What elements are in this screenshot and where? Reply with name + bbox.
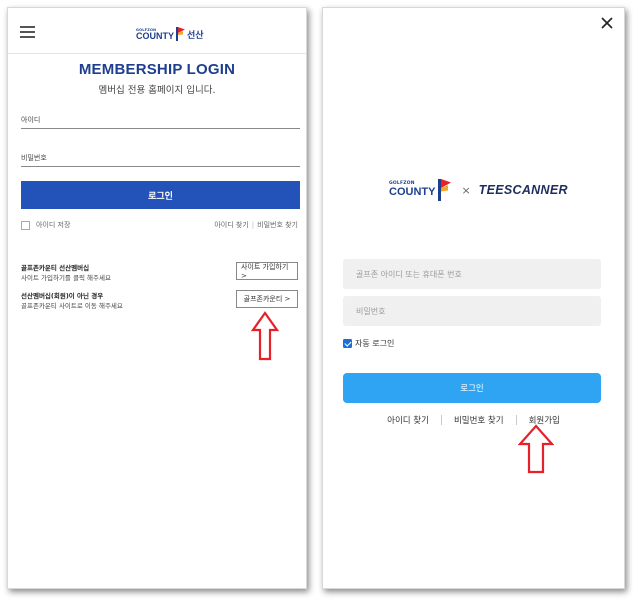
logo-suffix: 선산 <box>187 31 204 41</box>
page-title: MEMBERSHIP LOGIN <box>78 61 236 78</box>
link-divider <box>515 415 517 425</box>
id-input[interactable] <box>21 107 300 129</box>
membership-info-title: 골프존카운티 선산멤버십 <box>21 264 90 272</box>
close-icon[interactable] <box>600 16 614 30</box>
password-field[interactable] <box>343 296 601 326</box>
checkbox-checked-icon[interactable] <box>343 339 352 348</box>
account-links: 아이디 찾기 비밀번호 찾기 회원가입 <box>323 414 624 426</box>
brand-logos: GOLFZON COUNTY × TEESCANNER <box>389 178 568 202</box>
non-member-info-title: 선산멤버십(회원)이 아닌 경우 <box>21 292 104 300</box>
membership-info-desc: 사이트 가입하기를 클릭 해주세요 <box>21 273 111 282</box>
times-symbol: × <box>461 183 471 197</box>
non-member-info: 선산멤버십(회원)이 아닌 경우 골프존카운티 사이트로 이동 해주세요 <box>21 292 123 312</box>
password-input[interactable] <box>343 296 601 326</box>
auto-login-label: 자동 로그인 <box>355 339 395 348</box>
find-id-link[interactable]: 아이디 찾기 <box>214 220 248 230</box>
teescanner-login-panel: GOLFZON COUNTY × TEESCANNER 자동 로그인 로그인 아… <box>322 7 625 589</box>
auto-login-checkbox[interactable]: 자동 로그인 <box>343 338 394 349</box>
membership-info: 골프존카운티 선산멤버십 사이트 가입하기를 클릭 해주세요 <box>21 264 111 284</box>
header-bar: GOLFZON COUNTY 선산 <box>8 8 306 54</box>
save-id-checkbox[interactable]: 아이디 저장 <box>21 220 70 230</box>
find-links: 아이디 찾기 | 비밀번호 찾기 <box>214 220 298 230</box>
link-divider <box>440 415 442 425</box>
login-button[interactable]: 로그인 <box>21 181 300 209</box>
flag-icon <box>438 179 452 201</box>
id-field[interactable] <box>21 107 300 129</box>
logo-county-text: COUNTY <box>136 31 174 41</box>
checkbox-icon[interactable] <box>21 220 30 230</box>
page-subtitle: 멤버십 전용 홈페이지 입니다. <box>98 85 216 96</box>
hamburger-icon[interactable] <box>20 26 35 38</box>
save-id-label: 아이디 저장 <box>36 221 71 229</box>
id-input[interactable] <box>343 259 601 289</box>
find-password-link[interactable]: 비밀번호 찾기 <box>257 220 298 230</box>
password-field[interactable] <box>21 145 300 167</box>
find-id-link[interactable]: 아이디 찾기 <box>387 414 429 426</box>
county-logo[interactable]: GOLFZON COUNTY 선산 <box>136 25 204 41</box>
password-input[interactable] <box>21 145 300 167</box>
flag-icon <box>176 27 185 41</box>
logo-county-text: COUNTY <box>389 185 436 198</box>
membership-login-panel: GOLFZON COUNTY 선산 MEMBERSHIP LOGIN 멤버십 전… <box>7 7 307 589</box>
golfzon-county-button[interactable]: 골프존카운티 > <box>236 290 298 308</box>
county-logo: GOLFZON COUNTY <box>389 182 435 198</box>
site-signup-button[interactable]: 사이트 가입하기 > <box>236 262 298 280</box>
link-separator: | <box>251 221 255 229</box>
up-arrow-icon <box>251 311 279 361</box>
login-button[interactable]: 로그인 <box>343 373 601 403</box>
teescanner-logo: TEESCANNER <box>478 183 568 197</box>
up-arrow-icon <box>518 424 554 474</box>
id-field[interactable] <box>343 259 601 289</box>
find-password-link[interactable]: 비밀번호 찾기 <box>454 414 504 426</box>
non-member-info-desc: 골프존카운티 사이트로 이동 해주세요 <box>21 301 123 310</box>
